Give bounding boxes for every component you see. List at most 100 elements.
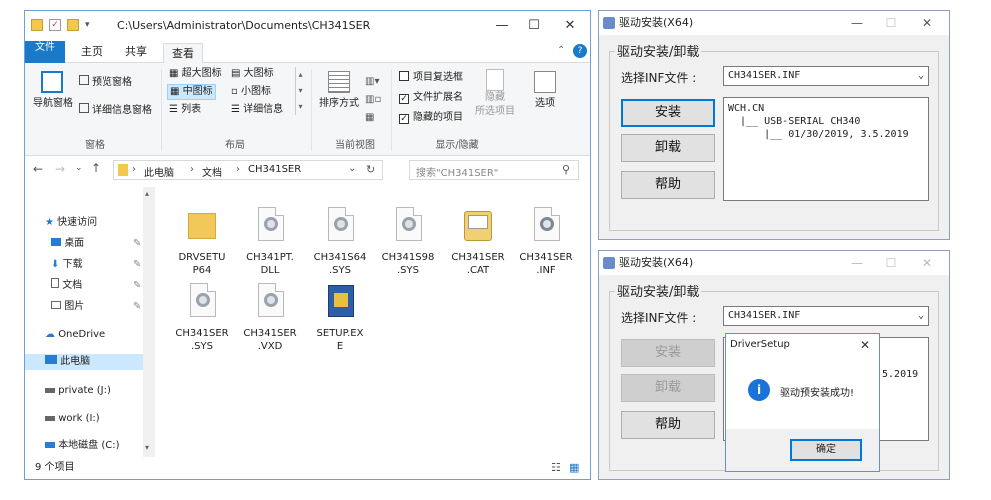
search-icon[interactable]: ⚲	[562, 163, 570, 176]
dialog-title: 驱动安装(X64)	[619, 16, 694, 29]
hide-selected-label: 所选项目	[475, 106, 515, 117]
hidden-items-toggle[interactable]: ✓ 隐藏的项目	[399, 111, 463, 125]
properties-icon[interactable]: ✓	[49, 19, 61, 31]
minimize-button[interactable]: —	[845, 253, 869, 273]
chevron-down-icon: ⌄	[917, 70, 924, 81]
pin-icon: ✎	[133, 259, 142, 270]
file-item[interactable]: CH341S98 .SYS	[377, 207, 439, 277]
navigation-pane-button[interactable]: 导航窗格	[33, 71, 73, 111]
nav-downloads[interactable]: ⬇ 下载 ✎	[51, 257, 141, 273]
tab-view[interactable]: 查看	[163, 43, 203, 64]
install-button[interactable]: 安装	[621, 339, 715, 367]
help-icon[interactable]: ?	[573, 44, 587, 58]
layout-medium-icons[interactable]: ▦ 中图标	[167, 84, 216, 100]
checkbox-unchecked[interactable]	[399, 71, 409, 81]
nav-scrollbar[interactable]: ▴ ▾	[143, 187, 155, 457]
close-button[interactable]: ✕	[915, 13, 939, 33]
app-icon	[603, 257, 615, 269]
sort-by-button[interactable]: 排序方式	[317, 71, 361, 111]
help-button[interactable]: 帮助	[621, 411, 715, 439]
scroll-up-icon[interactable]: ▴	[145, 189, 149, 198]
checkbox-checked[interactable]: ✓	[399, 94, 409, 104]
file-name: DRVSETU	[178, 252, 226, 263]
tab-file[interactable]: 文件	[25, 41, 65, 63]
breadcrumb-documents[interactable]: 文档	[202, 164, 222, 179]
close-button[interactable]: ✕	[860, 334, 870, 356]
nav-onedrive[interactable]: ☁ OneDrive	[45, 327, 105, 343]
maximize-button[interactable]: ☐	[519, 15, 549, 37]
help-button[interactable]: 帮助	[621, 171, 715, 199]
quick-access-dropdown-icon[interactable]: ▾	[85, 19, 97, 31]
chevron-right-icon: ›	[236, 164, 240, 175]
nav-work-drive[interactable]: work (I:)	[45, 411, 100, 427]
options-button[interactable]: 选项	[527, 71, 563, 111]
large-icons-view-icon[interactable]: ▦	[569, 457, 579, 479]
tab-share[interactable]: 共享	[117, 41, 155, 63]
back-arrow-icon[interactable]: ←	[33, 162, 43, 176]
up-arrow-icon[interactable]: ↑	[91, 161, 101, 175]
item-checkboxes-toggle[interactable]: 项目复选框	[399, 71, 463, 85]
groupbox-title: 驱动安装/卸载	[615, 41, 702, 60]
layout-details[interactable]: ☰ 详细信息	[231, 103, 283, 117]
minimize-button[interactable]: —	[487, 15, 517, 37]
tab-home[interactable]: 主页	[73, 41, 111, 63]
nav-documents[interactable]: 文档 ✎	[51, 278, 141, 294]
scroll-down-icon[interactable]: ▾	[145, 443, 149, 452]
close-button[interactable]: ✕	[915, 253, 939, 273]
chevron-down-icon[interactable]: ⌄	[348, 163, 356, 174]
group-by-icon[interactable]: ▥▾ ▥▫ ▦	[365, 73, 381, 127]
settings-file-icon	[186, 283, 218, 323]
layout-small-icons[interactable]: ▫ 小图标	[231, 85, 271, 99]
breadcrumb-ch341ser[interactable]: CH341SER	[248, 164, 301, 175]
search-input[interactable]: 搜索"CH341SER" ⚲	[409, 160, 579, 180]
inf-file-select[interactable]: CH341SER.INF ⌄	[723, 306, 929, 326]
recent-locations-icon[interactable]: ⌄	[75, 163, 83, 173]
refresh-icon[interactable]: ↻	[366, 163, 375, 176]
uninstall-button[interactable]: 卸载	[621, 134, 715, 162]
ok-button[interactable]: 确定	[790, 439, 862, 461]
nav-local-disk[interactable]: 本地磁盘 (C:)	[45, 438, 120, 454]
install-button[interactable]: 安装	[621, 99, 715, 127]
maximize-button[interactable]: ☐	[879, 13, 903, 33]
nav-quick-access[interactable]: ★ 快速访问	[45, 215, 97, 231]
window-title-path: C:\Users\Administrator\Documents\CH341SE…	[117, 19, 371, 32]
hide-selected-button[interactable]: 隐藏 所选项目	[473, 69, 517, 119]
forward-arrow-icon[interactable]: →	[55, 162, 65, 176]
file-item[interactable]: CH341SER .CAT	[447, 207, 509, 277]
minimize-button[interactable]: —	[845, 13, 869, 33]
file-item[interactable]: CH341SER .INF	[515, 207, 577, 277]
layout-list[interactable]: ☰ 列表	[169, 103, 201, 117]
layout-xl-icons[interactable]: ▦ 超大图标	[169, 67, 222, 81]
file-extensions-toggle[interactable]: ✓ 文件扩展名	[399, 91, 463, 105]
nav-desktop[interactable]: 桌面 ✎	[51, 236, 141, 252]
file-name: CH341PT.	[246, 252, 294, 263]
uninstall-button[interactable]: 卸载	[621, 374, 715, 402]
close-button[interactable]: ✕	[555, 15, 585, 37]
file-item[interactable]: CH341SER .VXD	[239, 283, 301, 353]
message-box-footer: 确定	[726, 429, 879, 471]
layout-large-icons[interactable]: ▤ 大图标	[231, 67, 274, 81]
address-input[interactable]: › 此电脑 › 文档 › CH341SER ⌄ ↻	[113, 160, 383, 180]
inf-file-select[interactable]: CH341SER.INF ⌄	[723, 66, 929, 86]
collapse-ribbon-icon[interactable]: ⌃	[557, 45, 565, 56]
file-item[interactable]: DRVSETU P64	[171, 207, 233, 277]
driver-install-dialog: 驱动安装(X64) — ☐ ✕ 驱动安装/卸载 选择INF文件 : CH341S…	[598, 10, 950, 240]
new-folder-icon[interactable]	[67, 19, 79, 31]
preview-pane-button[interactable]: 预览窗格	[79, 75, 132, 90]
file-item[interactable]: CH341S64 .SYS	[309, 207, 371, 277]
file-item[interactable]: CH341SER .SYS	[171, 283, 233, 353]
maximize-button[interactable]: ☐	[879, 253, 903, 273]
layout-scroll-icon[interactable]: ▴ ▾ ▾	[295, 67, 305, 115]
file-item[interactable]: CH341PT. DLL	[239, 207, 301, 277]
details-view-icon[interactable]: ☷	[551, 457, 561, 479]
breadcrumb-this-pc[interactable]: 此电脑	[144, 164, 174, 179]
nav-this-pc[interactable]: 此电脑	[25, 354, 143, 370]
options-label: 选项	[535, 98, 555, 109]
nav-pictures[interactable]: 图片 ✎	[51, 299, 141, 315]
checkbox-checked[interactable]: ✓	[399, 114, 409, 124]
nav-private-drive[interactable]: private (J:)	[45, 383, 111, 399]
details-pane-button[interactable]: 详细信息窗格	[79, 103, 152, 118]
nav-label: private (J:)	[58, 385, 111, 396]
message-text: 驱动预安装成功!	[780, 388, 855, 399]
file-item[interactable]: SETUP.EX E	[309, 283, 371, 353]
